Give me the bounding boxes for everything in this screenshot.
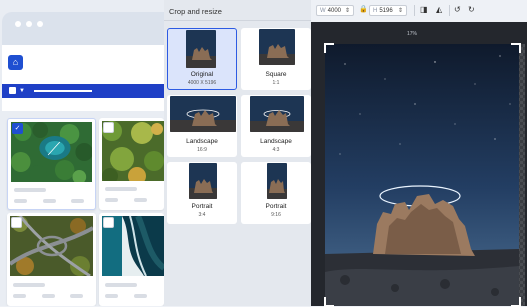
crop-preview-image	[250, 96, 304, 132]
selection-bar: ▼	[2, 84, 164, 98]
rotate-right-icon[interactable]: ↻	[468, 5, 475, 14]
card-checkbox[interactable]: ✓	[12, 123, 23, 134]
crop-option-portrait-3-4[interactable]: Portrait 3:4	[167, 162, 237, 224]
crop-option-ratio: 1:1	[272, 80, 280, 86]
window-chrome	[2, 12, 164, 45]
toolbar-divider	[414, 5, 415, 16]
crop-option-ratio: 4000 X 5196	[187, 80, 217, 86]
lock-aspect-icon[interactable]: 🔒	[359, 5, 368, 13]
card-meta-placeholder	[43, 199, 56, 203]
window-dot	[15, 21, 21, 27]
card-meta-placeholder	[105, 198, 118, 202]
card-meta-placeholder	[14, 199, 27, 203]
gallery-header-panel	[2, 45, 164, 111]
gallery-card[interactable]	[99, 118, 164, 210]
image-preview-area: 17%	[311, 22, 527, 307]
crop-option-portrait-9-16[interactable]: Portrait 9:16	[241, 162, 311, 224]
card-meta-placeholder	[42, 294, 55, 298]
chevron-down-icon[interactable]: ▼	[19, 88, 25, 94]
crop-option-landscape-4-3[interactable]: Landscape 4:3	[241, 95, 311, 157]
crop-option-ratio: 3:4	[198, 212, 206, 218]
width-unit: W	[320, 8, 326, 14]
crop-handle-top-left[interactable]	[324, 43, 334, 53]
crop-option-ratio: 9:16	[271, 212, 281, 218]
crop-panel-title: Crop and resize	[169, 7, 222, 16]
card-title-placeholder	[105, 283, 137, 287]
window-dot	[37, 21, 43, 27]
app-logo-icon[interactable]: ⌂	[8, 55, 23, 70]
crop-option-label: Landscape	[186, 138, 218, 145]
crop-option-label: Original	[190, 71, 214, 78]
width-stepper-icon[interactable]: ⇕	[345, 6, 350, 17]
card-title-placeholder	[105, 187, 137, 191]
height-unit: H	[373, 8, 378, 14]
flip-horizontal-icon[interactable]: ◨	[420, 5, 428, 14]
card-checkbox[interactable]	[103, 217, 114, 228]
toolbar-divider	[449, 5, 450, 16]
crop-preview-image	[259, 29, 295, 65]
window-dot	[26, 21, 32, 27]
card-meta-placeholder	[134, 198, 147, 202]
card-title-placeholder	[14, 188, 46, 192]
card-meta-placeholder	[105, 294, 118, 298]
crop-option-label: Square	[265, 71, 287, 78]
crop-preview-image	[189, 163, 217, 199]
crop-option-landscape-16-9[interactable]: Landscape 16:9	[167, 95, 237, 157]
thumbnail-highway	[10, 216, 93, 276]
card-checkbox[interactable]	[11, 217, 22, 228]
gallery-card[interactable]: ✓	[7, 118, 96, 210]
crop-preview-image	[170, 96, 236, 132]
gallery-window: ⌂ ▼ ✓	[0, 0, 164, 306]
crop-option-label: Portrait	[191, 203, 213, 210]
rotate-left-icon[interactable]: ↺	[454, 5, 461, 14]
crop-panel: Crop and resize Original 4000 X 5196 Squ…	[164, 0, 311, 306]
preview-image	[325, 44, 519, 306]
gallery-card[interactable]	[99, 213, 164, 306]
crop-option-original[interactable]: Original 4000 X 5196	[167, 28, 237, 90]
height-stepper-icon[interactable]: ⇕	[398, 6, 403, 17]
editor-toolbar: W 4000 ⇕ 🔒 H 5196 ⇕ ◨ ◭ ↺ ↻	[311, 0, 527, 23]
crop-option-label: Portrait	[265, 203, 287, 210]
crop-preview-image	[186, 30, 216, 68]
height-input[interactable]: H 5196 ⇕	[369, 5, 407, 16]
height-value: 5196	[379, 8, 393, 14]
thumbnail-forest	[11, 122, 92, 182]
card-checkbox[interactable]	[103, 122, 114, 133]
divider	[164, 20, 311, 21]
width-input[interactable]: W 4000 ⇕	[316, 5, 354, 16]
flip-vertical-icon[interactable]: ◭	[436, 5, 442, 14]
card-meta-placeholder	[134, 294, 147, 298]
selection-info-placeholder	[34, 90, 92, 92]
crop-handle-top-right[interactable]	[511, 43, 521, 53]
crop-preview-image	[267, 163, 287, 199]
card-meta-placeholder	[70, 294, 83, 298]
crop-option-ratio: 16:9	[197, 147, 207, 153]
width-value: 4000	[327, 8, 342, 14]
card-meta-placeholder	[13, 294, 26, 298]
gallery-card[interactable]	[7, 213, 96, 306]
crop-option-ratio: 4:3	[272, 147, 280, 153]
card-title-placeholder	[13, 283, 45, 287]
card-meta-placeholder	[71, 199, 84, 203]
crop-option-square[interactable]: Square 1:1	[241, 28, 311, 90]
crop-option-label: Landscape	[260, 138, 292, 145]
zoom-label: 17%	[407, 31, 418, 37]
select-all-checkbox[interactable]	[9, 87, 16, 94]
